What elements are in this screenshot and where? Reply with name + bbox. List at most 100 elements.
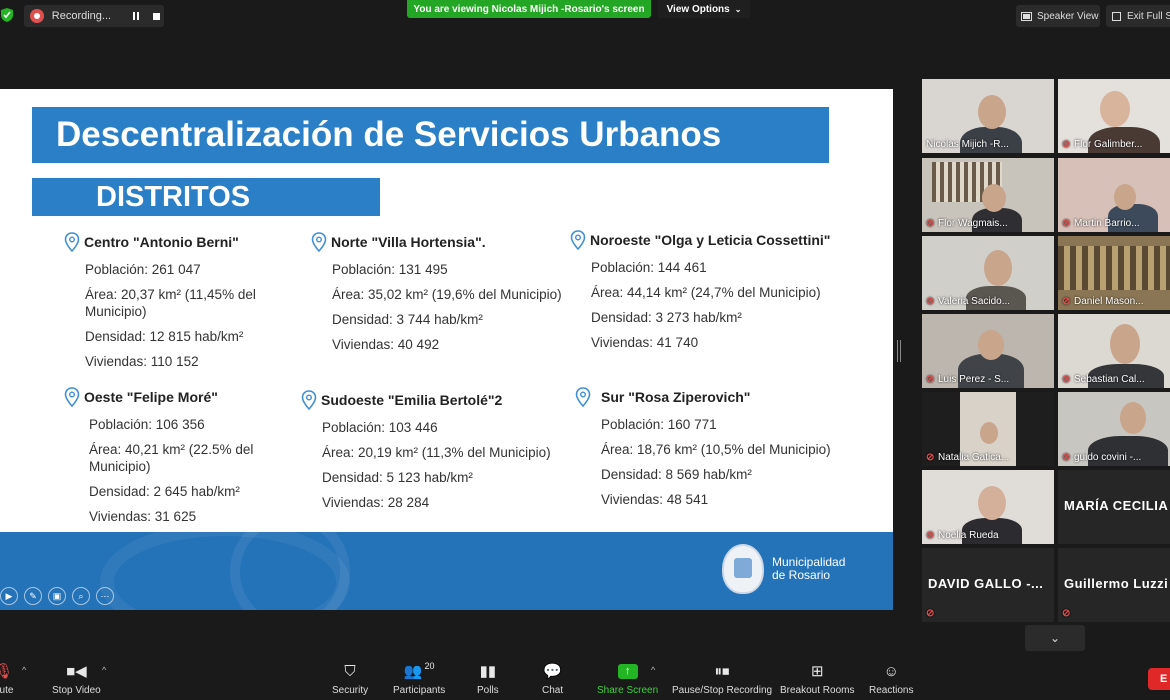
security-shield-icon[interactable] bbox=[0, 7, 14, 23]
stop-video-label: Stop Video bbox=[52, 685, 101, 696]
panel-resize-handle[interactable] bbox=[897, 340, 901, 362]
mic-muted-icon: ⊘ bbox=[926, 608, 935, 619]
stop-recording-button[interactable] bbox=[148, 8, 164, 24]
district-densidad: Densidad: 12 815 hab/km² bbox=[85, 329, 244, 344]
district-viviendas: Viviendas: 48 541 bbox=[601, 492, 709, 507]
view-options-label: View Options bbox=[666, 3, 730, 15]
share-screen-label: Share Screen bbox=[597, 685, 659, 696]
end-meeting-button[interactable]: E bbox=[1148, 668, 1170, 690]
audio-options-caret[interactable]: ^ bbox=[22, 665, 26, 675]
district-norte: Norte "Villa Hortensia". Población: 131 … bbox=[311, 232, 586, 361]
participant-tile[interactable]: Guillermo Luzzi ⊘ bbox=[1058, 548, 1170, 622]
more-icon[interactable]: ⋯ bbox=[96, 587, 114, 605]
participant-name: Valeria Sacido... bbox=[938, 296, 1011, 307]
recording-icon bbox=[30, 9, 44, 23]
mic-muted-icon: ⊘ bbox=[926, 529, 935, 541]
mic-muted-icon: ⊘ bbox=[1062, 138, 1071, 150]
security-button[interactable]: ⛉ Security bbox=[332, 661, 368, 697]
polls-button[interactable]: ▮▮ Polls bbox=[477, 661, 499, 696]
play-icon[interactable]: ▶ bbox=[0, 587, 18, 605]
slide-title: Descentralización de Servicios Urbanos bbox=[32, 107, 829, 163]
zoom-icon[interactable]: ⌕ bbox=[72, 587, 90, 605]
mic-muted-icon: ⊘ bbox=[1062, 295, 1071, 307]
slides-icon[interactable]: ▣ bbox=[48, 587, 66, 605]
district-area: Área: 20,19 km² (11,3% del Municipio) bbox=[322, 445, 551, 460]
district-densidad: Densidad: 3 273 hab/km² bbox=[591, 310, 742, 325]
breakout-rooms-button[interactable]: ⊞ Breakout Rooms bbox=[780, 661, 854, 696]
participant-name: Flor Galimber... bbox=[1074, 139, 1143, 150]
participant-name: Luis Perez - S... bbox=[938, 374, 1010, 385]
district-poblacion: Población: 144 461 bbox=[591, 260, 707, 275]
view-options-button[interactable]: View Options ⌄ bbox=[658, 0, 750, 18]
speaker-view-button[interactable]: Speaker View bbox=[1016, 5, 1100, 27]
participant-name: Noelia Rueda bbox=[938, 530, 999, 541]
participant-tile[interactable]: ⊘ Valeria Sacido... bbox=[922, 236, 1054, 310]
district-poblacion: Población: 106 356 bbox=[89, 417, 205, 432]
participant-tile[interactable]: ⊘ Flor Wagmais... bbox=[922, 158, 1054, 232]
mute-button[interactable]: 🎙 nute bbox=[0, 661, 13, 696]
participant-tile[interactable]: MARÍA CECILIA bbox=[1058, 470, 1170, 544]
participants-button[interactable]: 👥 20 Participants bbox=[393, 661, 445, 696]
participants-icon: 👥 20 bbox=[403, 661, 435, 680]
mic-muted-icon: ⊘ bbox=[1062, 608, 1071, 619]
district-densidad: Densidad: 3 744 hab/km² bbox=[332, 312, 483, 327]
participant-tile[interactable]: ⊘ Martin Barrio... bbox=[1058, 158, 1170, 232]
district-sur: Sur "Rosa Ziperovich" Población: 160 771… bbox=[575, 387, 855, 516]
participant-tile[interactable]: ⊘ Luis Perez - S... bbox=[922, 314, 1054, 388]
breakout-rooms-label: Breakout Rooms bbox=[780, 685, 855, 696]
district-centro: Centro "Antonio Berni" Población: 261 04… bbox=[64, 232, 279, 378]
district-poblacion: Población: 261 047 bbox=[85, 262, 201, 277]
mic-muted-icon: ⊘ bbox=[1062, 451, 1071, 463]
participant-tile[interactable]: ⊘ Flor Galimber... bbox=[1058, 79, 1170, 153]
participant-tile[interactable]: ⊘ Sebastian Cal... bbox=[1058, 314, 1170, 388]
municipality-line2: de Rosario bbox=[772, 568, 831, 582]
chevron-down-icon: ⌄ bbox=[734, 4, 742, 14]
zoom-meeting-window: Recording... You are viewing Nicolas Mij… bbox=[0, 0, 1170, 700]
pen-icon[interactable]: ✎ bbox=[24, 587, 42, 605]
participant-name: Daniel Mason... bbox=[1074, 296, 1144, 307]
district-densidad: Densidad: 5 123 hab/km² bbox=[322, 470, 473, 485]
participant-tile[interactable]: ⊘ Daniel Mason... bbox=[1058, 236, 1170, 310]
pause-recording-button[interactable] bbox=[129, 8, 145, 24]
district-name: Noroeste "Olga y Leticia Cossettini" bbox=[590, 232, 831, 248]
district-noroeste: Noroeste "Olga y Leticia Cossettini" Pob… bbox=[570, 230, 850, 359]
participant-tile[interactable]: Nicolas Mijich -R... bbox=[922, 79, 1054, 153]
exit-fullscreen-button[interactable]: Exit Full S bbox=[1106, 5, 1170, 27]
municipality-logo: Municipalidad de Rosario bbox=[722, 544, 845, 594]
district-sudoeste: Sudoeste "Emilia Bertolé"2 Población: 10… bbox=[301, 390, 576, 519]
mic-muted-icon: ⊘ bbox=[1062, 217, 1071, 229]
district-name: Sur "Rosa Ziperovich" bbox=[601, 389, 751, 405]
district-name: Centro "Antonio Berni" bbox=[84, 234, 239, 250]
participant-tile[interactable]: ⊘ Natalia Gatica... bbox=[922, 392, 1054, 466]
district-poblacion: Población: 103 446 bbox=[322, 420, 438, 435]
gallery-next-page-button[interactable]: ⌄ bbox=[1025, 625, 1085, 651]
shield-icon: ⛉ bbox=[344, 662, 356, 680]
participant-name: Nicolas Mijich -R... bbox=[926, 139, 1009, 150]
participant-tile[interactable]: ⊘ Noelia Rueda bbox=[922, 470, 1054, 544]
viewing-screen-banner: You are viewing Nicolas Mijich -Rosario'… bbox=[407, 0, 651, 18]
chat-icon: 💬 bbox=[543, 663, 562, 680]
district-name: Oeste "Felipe Moré" bbox=[84, 389, 218, 405]
share-options-caret[interactable]: ^ bbox=[651, 665, 655, 675]
district-area: Área: 18,76 km² (10,5% del Municipio) bbox=[601, 442, 831, 457]
district-area: Área: 40,21 km² (22.5% del Municipio) bbox=[89, 442, 254, 474]
district-viviendas: Viviendas: 40 492 bbox=[332, 337, 440, 352]
district-viviendas: Viviendas: 31 625 bbox=[89, 509, 197, 524]
district-densidad: Densidad: 2 645 hab/km² bbox=[89, 484, 240, 499]
participants-label: Participants bbox=[393, 685, 446, 696]
exit-fullscreen-icon bbox=[1112, 11, 1121, 21]
mic-muted-icon: ⊘ bbox=[926, 373, 935, 385]
video-options-caret[interactable]: ^ bbox=[102, 665, 106, 675]
district-name: Norte "Villa Hortensia". bbox=[331, 234, 486, 250]
chat-button[interactable]: 💬 Chat bbox=[542, 661, 563, 696]
participant-tile[interactable]: DAVID GALLO -... ⊘ bbox=[922, 548, 1054, 622]
stop-video-button[interactable]: ■◀ Stop Video bbox=[52, 661, 101, 696]
polls-label: Polls bbox=[477, 685, 499, 696]
district-viviendas: Viviendas: 110 152 bbox=[85, 354, 199, 369]
location-pin-icon bbox=[311, 232, 327, 252]
reactions-button[interactable]: ☺ Reactions bbox=[869, 661, 913, 697]
participant-tile[interactable]: ⊘ guido covini -... bbox=[1058, 392, 1170, 466]
mic-muted-icon: ⊘ bbox=[926, 451, 935, 463]
pause-stop-recording-button[interactable]: ⏸⏹ Pause/Stop Recording bbox=[672, 661, 772, 697]
share-screen-button[interactable]: ↑ Share Screen bbox=[597, 661, 658, 696]
